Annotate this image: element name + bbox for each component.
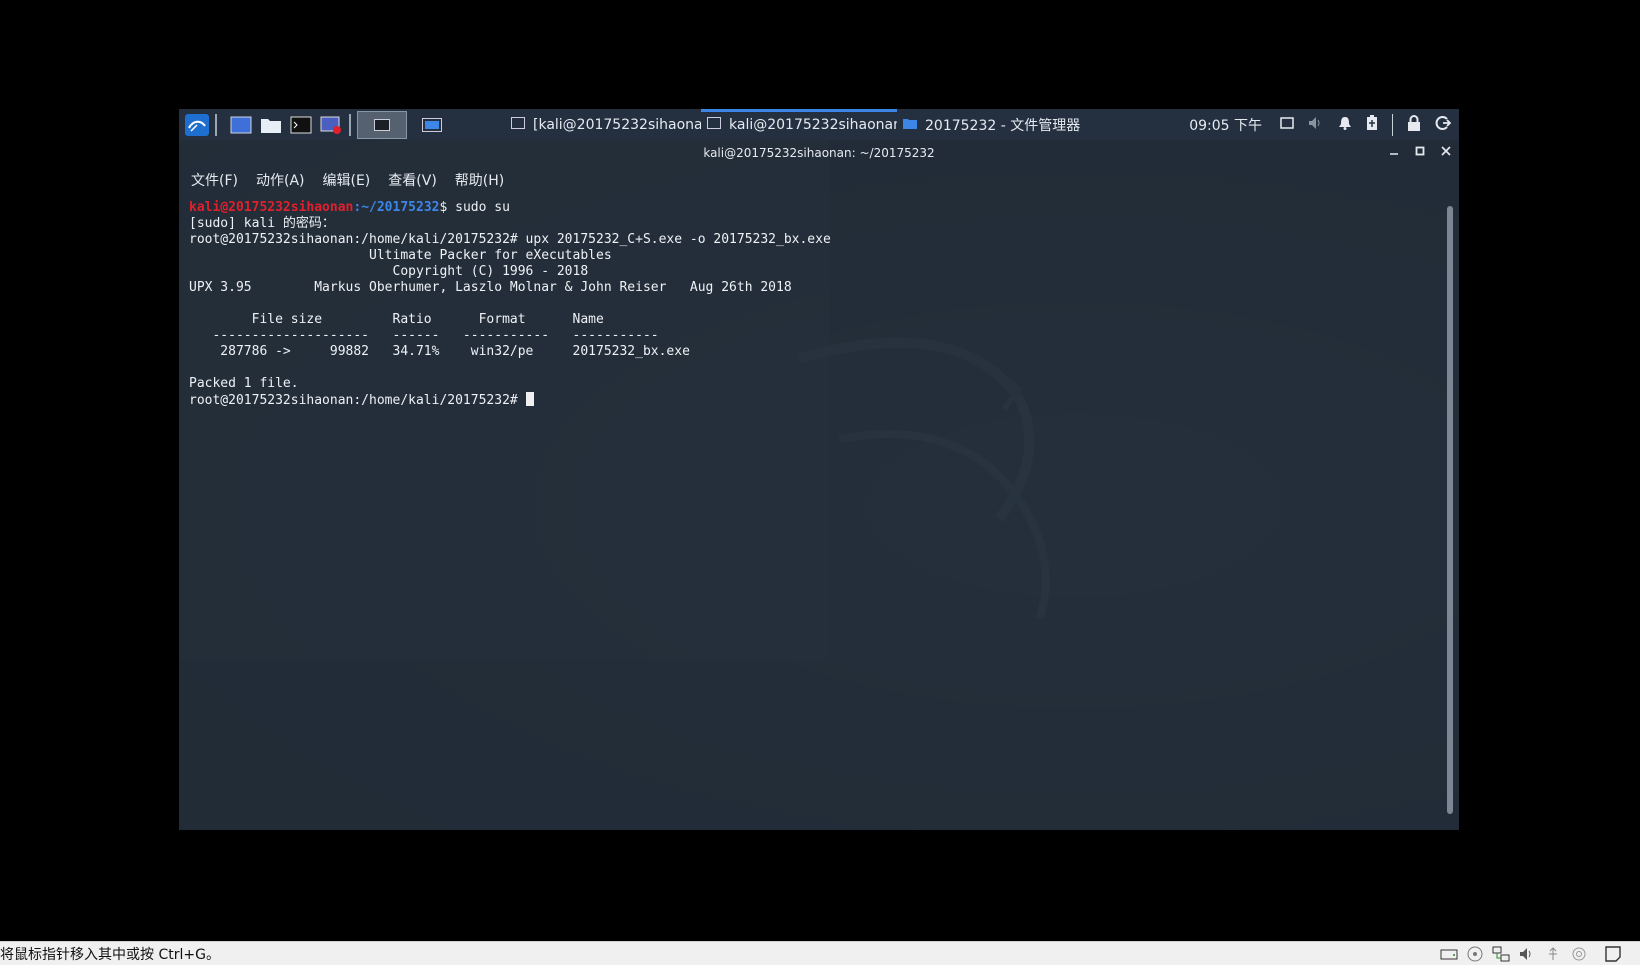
- capture-hint: 将鼠标指针移入其中或按 Ctrl+G。: [0, 946, 220, 963]
- workspace-1[interactable]: [357, 110, 407, 139]
- terminal-icon: [707, 116, 721, 133]
- clock[interactable]: 09:05 下午: [1189, 115, 1262, 135]
- lock-icon[interactable]: [1407, 114, 1421, 135]
- network-icon[interactable]: [1492, 945, 1510, 963]
- folder-icon: [903, 117, 917, 133]
- text-cursor: [525, 392, 534, 406]
- menu-edit[interactable]: 编辑(E): [323, 170, 371, 190]
- current-prompt-line: root@20175232sihaonan:/home/kali/2017523…: [189, 392, 1449, 408]
- output-line: File size Ratio Format Name: [189, 312, 604, 327]
- output-line: root@20175232sihaonan:/home/kali/2017523…: [189, 232, 831, 247]
- taskbar-item-terminal-2[interactable]: kali@20175232sihaonan...: [701, 109, 897, 140]
- panel-separator: [215, 113, 217, 136]
- menu-view[interactable]: 查看(V): [388, 170, 437, 190]
- battery-icon[interactable]: [1366, 114, 1378, 135]
- window-controls: [1387, 144, 1453, 158]
- task-label: kali@20175232sihaonan...: [729, 116, 897, 133]
- tray-separator: [1392, 113, 1393, 136]
- sound-icon[interactable]: [1518, 945, 1536, 963]
- output-line: Copyright (C) 1996 - 2018: [189, 264, 589, 279]
- notification-bell-icon[interactable]: [1338, 116, 1352, 134]
- current-prompt: root@20175232sihaonan:/home/kali/2017523…: [189, 393, 526, 408]
- terminal-titlebar[interactable]: kali@20175232sihaonan: ~/20175232: [179, 140, 1459, 166]
- panel-separator: [349, 113, 351, 136]
- window-title: kali@20175232sihaonan: ~/20175232: [703, 146, 935, 160]
- minimize-button[interactable]: [1387, 144, 1401, 158]
- desktop-icon[interactable]: [229, 113, 253, 137]
- logout-icon[interactable]: [1435, 115, 1452, 135]
- taskbar-item-file-manager[interactable]: 20175232 - 文件管理器: [897, 109, 1087, 140]
- output-line: 287786 -> 99882 34.71% win32/pe 20175232…: [189, 344, 690, 359]
- output-line: -------------------- ------ ----------- …: [189, 328, 659, 343]
- message-log-icon[interactable]: [1604, 945, 1622, 963]
- task-label: [kali@20175232sihaona...: [533, 116, 701, 133]
- display-icon[interactable]: [1280, 116, 1294, 133]
- terminal-output[interactable]: kali@20175232sihaonan:~/20175232$ sudo s…: [179, 194, 1459, 414]
- terminal-icon: [511, 116, 525, 133]
- taskbar-item-terminal-1[interactable]: [kali@20175232sihaona...: [505, 109, 701, 140]
- task-label: 20175232 - 文件管理器: [925, 117, 1081, 134]
- workspace-2[interactable]: [407, 111, 457, 139]
- cd-drive-icon[interactable]: [1466, 945, 1484, 963]
- terminal-scrollbar[interactable]: [1447, 206, 1453, 814]
- hard-disk-icon[interactable]: [1440, 945, 1458, 963]
- output-line: Ultimate Packer for eXecutables: [189, 248, 612, 263]
- file-manager-icon[interactable]: [259, 113, 283, 137]
- host-status-bar: 将鼠标指针移入其中或按 Ctrl+G。: [0, 941, 1640, 965]
- terminal-menubar: 文件(F) 动作(A) 编辑(E) 查看(V) 帮助(H): [179, 166, 1459, 194]
- close-button[interactable]: [1439, 144, 1453, 158]
- prompt-line: kali@20175232sihaonan:~/20175232$ sudo s…: [189, 200, 1449, 216]
- terminal-window[interactable]: kali@20175232sihaonan: ~/20175232 文件(F) …: [179, 140, 1459, 830]
- host-screen: [kali@20175232sihaona... kali@20175232si…: [0, 0, 1640, 965]
- output-line: [sudo] kali 的密码：: [189, 216, 335, 231]
- prompt-command: $ sudo su: [439, 200, 510, 215]
- kali-menu-icon[interactable]: [185, 113, 209, 137]
- vm-display[interactable]: [kali@20175232sihaona... kali@20175232si…: [179, 109, 1459, 830]
- system-tray: 09:05 下午: [1189, 113, 1459, 136]
- menu-action[interactable]: 动作(A): [256, 170, 305, 190]
- output-line: UPX 3.95 Markus Oberhumer, Laszlo Molnar…: [189, 280, 792, 295]
- menu-help[interactable]: 帮助(H): [455, 170, 504, 190]
- screen-recorder-icon[interactable]: [319, 113, 343, 137]
- shared-folder-icon[interactable]: [1570, 945, 1588, 963]
- usb-icon[interactable]: [1544, 945, 1562, 963]
- prompt-path: :~/20175232: [353, 200, 440, 215]
- output-line: Packed 1 file.: [189, 376, 299, 391]
- host-device-icons: [1440, 945, 1640, 963]
- top-panel: [kali@20175232sihaona... kali@20175232si…: [179, 109, 1459, 140]
- volume-icon[interactable]: [1308, 116, 1324, 134]
- maximize-button[interactable]: [1413, 144, 1427, 158]
- prompt-user: kali@20175232sihaonan: [189, 200, 354, 215]
- terminal-launcher-icon[interactable]: [289, 113, 313, 137]
- menu-file[interactable]: 文件(F): [191, 170, 238, 190]
